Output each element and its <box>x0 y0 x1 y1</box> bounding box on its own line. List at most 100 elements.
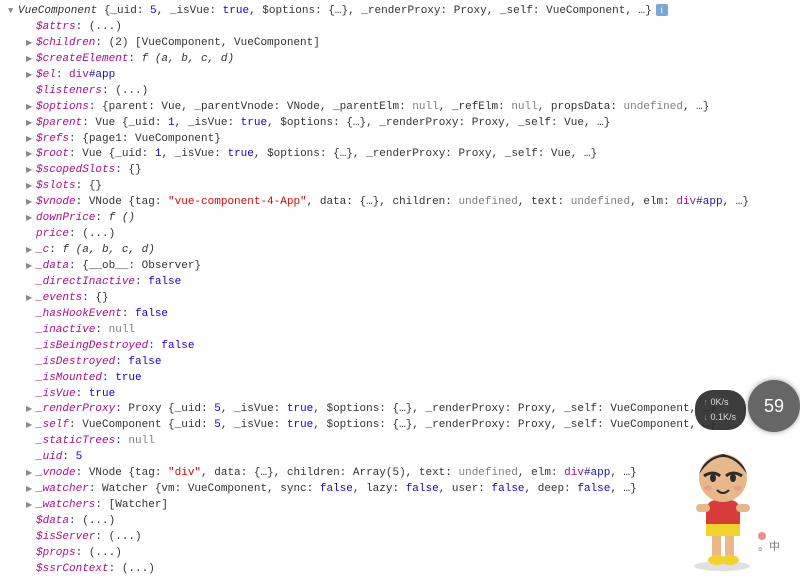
property-key: $createElement <box>36 53 128 65</box>
property-key: $props <box>36 547 76 559</box>
expand-arrow-icon[interactable] <box>26 498 36 514</box>
expand-arrow-icon[interactable] <box>26 132 36 148</box>
property-key: _inactive <box>36 324 95 336</box>
property-value: div#app <box>69 69 115 81</box>
property-key: _vnode <box>36 467 76 479</box>
expand-arrow-icon[interactable] <box>26 163 36 179</box>
property-key: _isMounted <box>36 372 102 384</box>
expand-arrow-icon[interactable] <box>26 179 36 195</box>
property-value: VNode {tag: "div", data: {…}, children: … <box>89 467 637 479</box>
expand-arrow-icon[interactable] <box>8 4 18 20</box>
expand-arrow-icon[interactable] <box>26 291 36 307</box>
expand-arrow-icon[interactable] <box>26 68 36 84</box>
network-speed-widget: 0K/s 0.1K/s <box>695 390 746 430</box>
property-row[interactable]: price: (...) <box>8 227 792 243</box>
expand-arrow-icon[interactable] <box>26 259 36 275</box>
property-row[interactable]: _uid: 5 <box>8 450 792 466</box>
property-row[interactable]: $ssrContext: (...) <box>8 562 792 578</box>
property-value: {__ob__: Observer} <box>82 260 201 272</box>
expand-arrow-icon[interactable] <box>26 195 36 211</box>
expand-arrow-icon[interactable] <box>26 482 36 498</box>
expand-arrow-icon[interactable] <box>26 211 36 227</box>
network-speed-value: 59 <box>764 393 784 419</box>
property-key: $scopedSlots <box>36 164 115 176</box>
property-value: {} <box>89 180 102 192</box>
property-row[interactable]: _renderProxy: Proxy {_uid: 5, _isVue: tr… <box>8 402 792 418</box>
expand-arrow-icon[interactable] <box>26 100 36 116</box>
property-row[interactable]: $listeners: (...) <box>8 84 792 100</box>
property-row[interactable]: downPrice: f () <box>8 211 792 227</box>
expand-arrow-icon[interactable] <box>26 36 36 52</box>
property-row[interactable]: $parent: Vue {_uid: 1, _isVue: true, $op… <box>8 116 792 132</box>
expand-arrow-icon[interactable] <box>26 243 36 259</box>
property-key: $isServer <box>36 531 95 543</box>
network-speed-badge[interactable]: 59 <box>748 380 800 432</box>
property-value: f (a, b, c, d) <box>142 53 234 65</box>
property-row[interactable]: $children: (2) [VueComponent, VueCompone… <box>8 36 792 52</box>
property-row[interactable]: $vnode: VNode {tag: "vue-component-4-App… <box>8 195 792 211</box>
property-row[interactable]: $createElement: f (a, b, c, d) <box>8 52 792 68</box>
expand-arrow-icon[interactable] <box>26 116 36 132</box>
property-row[interactable]: $scopedSlots: {} <box>8 163 792 179</box>
property-row[interactable]: _self: VueComponent {_uid: 5, _isVue: tr… <box>8 418 792 434</box>
property-row[interactable]: _hasHookEvent: false <box>8 307 792 323</box>
expand-arrow-icon[interactable] <box>26 466 36 482</box>
property-row[interactable]: $props: (...) <box>8 546 792 562</box>
property-row[interactable]: $el: div#app <box>8 68 792 84</box>
info-icon[interactable]: i <box>656 4 668 16</box>
property-value: false <box>161 340 194 352</box>
property-row[interactable]: $attrs: (...) <box>8 20 792 36</box>
property-key: $vnode <box>36 196 76 208</box>
property-value: (...) <box>82 515 115 527</box>
expand-arrow-icon[interactable] <box>26 402 36 418</box>
property-key: _directInactive <box>36 276 135 288</box>
property-row[interactable]: _isDestroyed: false <box>8 355 792 371</box>
property-row[interactable]: $refs: {page1: VueComponent} <box>8 132 792 148</box>
property-key: _watchers <box>36 499 95 511</box>
property-value: Watcher {vm: VueComponent, sync: false, … <box>102 483 637 495</box>
property-row[interactable]: $isServer: (...) <box>8 530 792 546</box>
property-value: [Watcher] <box>109 499 168 511</box>
property-key: downPrice <box>36 212 95 224</box>
property-key: _events <box>36 292 82 304</box>
property-key: $slots <box>36 180 76 192</box>
property-row[interactable]: $data: (...) <box>8 514 792 530</box>
property-row[interactable]: _inactive: null <box>8 323 792 339</box>
property-row[interactable]: _staticTrees: null <box>8 434 792 450</box>
property-row[interactable]: $slots: {} <box>8 179 792 195</box>
property-value: (...) <box>89 547 122 559</box>
property-value: false <box>135 308 168 320</box>
property-row[interactable]: _c: f (a, b, c, d) <box>8 243 792 259</box>
property-row[interactable]: _watcher: Watcher {vm: VueComponent, syn… <box>8 482 792 498</box>
property-key: $attrs <box>36 21 76 33</box>
property-row[interactable]: _isBeingDestroyed: false <box>8 339 792 355</box>
property-row[interactable]: _watchers: [Watcher] <box>8 498 792 514</box>
property-row[interactable]: _events: {} <box>8 291 792 307</box>
property-key: $listeners <box>36 85 102 97</box>
property-value: null <box>109 324 135 336</box>
upload-speed: 0K/s <box>703 396 736 409</box>
property-value: (...) <box>122 563 155 575</box>
property-key: _self <box>36 419 69 431</box>
property-key: _staticTrees <box>36 435 115 447</box>
expand-arrow-icon[interactable] <box>26 418 36 434</box>
property-key: price <box>36 228 69 240</box>
property-row[interactable]: _directInactive: false <box>8 275 792 291</box>
property-key: _isBeingDestroyed <box>36 340 148 352</box>
property-value: true <box>115 372 141 384</box>
property-value: {} <box>128 164 141 176</box>
property-value: f (a, b, c, d) <box>62 244 154 256</box>
property-row[interactable]: _vnode: VNode {tag: "div", data: {…}, ch… <box>8 466 792 482</box>
property-row[interactable]: $options: {parent: Vue, _parentVnode: VN… <box>8 100 792 116</box>
property-value: false <box>148 276 181 288</box>
property-row[interactable]: _isVue: true <box>8 387 792 403</box>
object-type: VueComponent <box>18 5 97 17</box>
expand-arrow-icon[interactable] <box>26 147 36 163</box>
property-row[interactable]: _data: {__ob__: Observer} <box>8 259 792 275</box>
property-key: _hasHookEvent <box>36 308 122 320</box>
property-row[interactable]: _isMounted: true <box>8 371 792 387</box>
expand-arrow-icon[interactable] <box>26 52 36 68</box>
property-value: (2) [VueComponent, VueComponent] <box>109 37 320 49</box>
property-row[interactable]: $root: Vue {_uid: 1, _isVue: true, $opti… <box>8 147 792 163</box>
property-key: $data <box>36 515 69 527</box>
